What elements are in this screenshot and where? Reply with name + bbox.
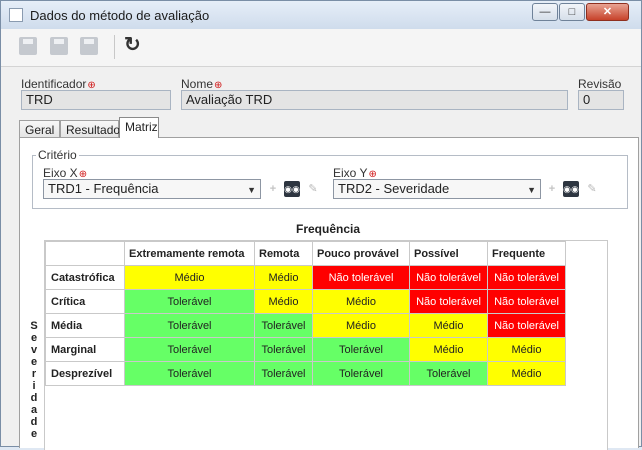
binoculars-icon[interactable]: ◉◉ — [284, 181, 300, 197]
add-icon[interactable]: + — [544, 181, 560, 197]
matrix-cell[interactable]: Tolerável — [124, 361, 255, 386]
revisao-label: Revisão — [578, 77, 622, 91]
identificador-label: Identificador⊕ — [21, 77, 96, 91]
column-header: Pouco provável — [312, 241, 410, 266]
matrix-cell[interactable]: Tolerável — [254, 313, 313, 338]
matrix-cell[interactable]: Não tolerável — [312, 265, 410, 290]
row-header: Catastrófica — [45, 265, 125, 290]
matrix-row: Crítica Tolerável Médio Médio Não tolerável N… — [45, 289, 566, 314]
tab-resultado[interactable]: Resultado — [60, 120, 120, 138]
matrix-corner — [45, 241, 125, 266]
identificador-field[interactable]: TRD — [21, 90, 171, 110]
eixo-y-value: TRD2 - Severidade — [338, 181, 450, 196]
column-header: Frequente — [487, 241, 566, 266]
matrix-cell[interactable]: Tolerável — [124, 313, 255, 338]
matrix-cell[interactable]: Médio — [409, 337, 488, 362]
nome-label: Nome⊕ — [181, 77, 223, 91]
title-bar: Dados do método de avaliação — □ ✕ — [1, 1, 641, 29]
matrix-cell[interactable]: Médio — [487, 361, 566, 386]
nome-field[interactable]: Avaliação TRD — [181, 90, 568, 110]
eraser-icon[interactable]: ✎ — [584, 181, 600, 197]
eraser-icon[interactable]: ✎ — [305, 181, 321, 197]
matrix-cell[interactable]: Tolerável — [124, 337, 255, 362]
chevron-down-icon: ▼ — [527, 185, 536, 195]
matrix-row: Desprezível Tolerável Tolerável Tolerável To… — [45, 361, 566, 386]
eixo-x-value: TRD1 - Frequência — [48, 181, 159, 196]
app-icon — [9, 8, 23, 22]
row-header: Desprezível — [45, 361, 125, 386]
eixo-y-label: Eixo Y⊕ — [333, 166, 377, 180]
risk-matrix: Extremamente remota Remota Pouco prováve… — [44, 240, 608, 450]
matrix-row: Catastrófica Médio Médio Não tolerável Não t… — [45, 265, 566, 290]
matrix-cell[interactable]: Tolerável — [312, 361, 410, 386]
refresh-icon[interactable]: ↻ — [124, 34, 141, 56]
criteria-group: Critério Eixo X⊕ TRD1 - Frequência ▼ + ◉… — [32, 148, 628, 209]
dialog-window: Dados do método de avaliação — □ ✕ ↻ Ide… — [0, 0, 642, 450]
matrix-cell[interactable]: Médio — [254, 289, 313, 314]
matrix-cell[interactable]: Tolerável — [254, 337, 313, 362]
matrix-cell[interactable]: Médio — [124, 265, 255, 290]
matrix-row: Média Tolerável Tolerável Médio Médio Não tol… — [45, 313, 566, 338]
matrix-cell[interactable]: Tolerável — [409, 361, 488, 386]
column-header: Extremamente remota — [124, 241, 255, 266]
matriz-panel: Critério Eixo X⊕ TRD1 - Frequência ▼ + ◉… — [19, 137, 639, 450]
maximize-button[interactable]: □ — [559, 3, 585, 21]
row-header: Marginal — [45, 337, 125, 362]
matrix-cell[interactable]: Médio — [409, 313, 488, 338]
row-header: Média — [45, 313, 125, 338]
matrix-cell[interactable]: Médio — [487, 337, 566, 362]
add-icon[interactable]: + — [265, 181, 281, 197]
minimize-button[interactable]: — — [532, 3, 558, 21]
matrix-cell[interactable]: Não tolerável — [487, 265, 566, 290]
eixo-x-label: Eixo X⊕ — [43, 166, 88, 180]
matrix-row: Marginal Tolerável Tolerável Tolerável Médio… — [45, 337, 566, 362]
tab-matriz[interactable]: Matriz — [119, 117, 159, 138]
save-new-icon[interactable] — [19, 37, 37, 55]
tab-geral[interactable]: Geral — [19, 120, 60, 138]
matrix-y-title: Severidade — [30, 320, 38, 440]
close-button[interactable]: ✕ — [586, 3, 629, 21]
row-header: Crítica — [45, 289, 125, 314]
save-icon[interactable] — [50, 37, 68, 55]
save-close-icon[interactable] — [80, 37, 98, 55]
matrix-cell[interactable]: Tolerável — [312, 337, 410, 362]
matrix-cell[interactable]: Médio — [312, 289, 410, 314]
matrix-cell[interactable]: Não tolerável — [409, 265, 488, 290]
matrix-cell[interactable]: Não tolerável — [409, 289, 488, 314]
toolbar: ↻ — [1, 29, 641, 67]
criteria-legend: Critério — [36, 148, 79, 162]
eixo-x-select[interactable]: TRD1 - Frequência ▼ — [43, 179, 261, 199]
matrix-x-title: Frequência — [296, 222, 361, 236]
revisao-field[interactable]: 0 — [578, 90, 624, 110]
matrix-cell[interactable]: Tolerável — [254, 361, 313, 386]
matrix-cell[interactable]: Médio — [312, 313, 410, 338]
binoculars-icon[interactable]: ◉◉ — [563, 181, 579, 197]
matrix-cell[interactable]: Médio — [254, 265, 313, 290]
column-header: Possível — [409, 241, 488, 266]
eixo-y-select[interactable]: TRD2 - Severidade ▼ — [333, 179, 541, 199]
matrix-cell[interactable]: Não tolerável — [487, 313, 566, 338]
column-header: Remota — [254, 241, 313, 266]
matrix-header-row: Extremamente remota Remota Pouco prováve… — [45, 241, 566, 266]
chevron-down-icon: ▼ — [247, 185, 256, 195]
matrix-cell[interactable]: Não tolerável — [487, 289, 566, 314]
toolbar-separator — [114, 35, 115, 59]
window-title: Dados do método de avaliação — [30, 8, 210, 23]
matrix-cell[interactable]: Tolerável — [124, 289, 255, 314]
risk-matrix-table: Extremamente remota Remota Pouco prováve… — [45, 241, 566, 386]
